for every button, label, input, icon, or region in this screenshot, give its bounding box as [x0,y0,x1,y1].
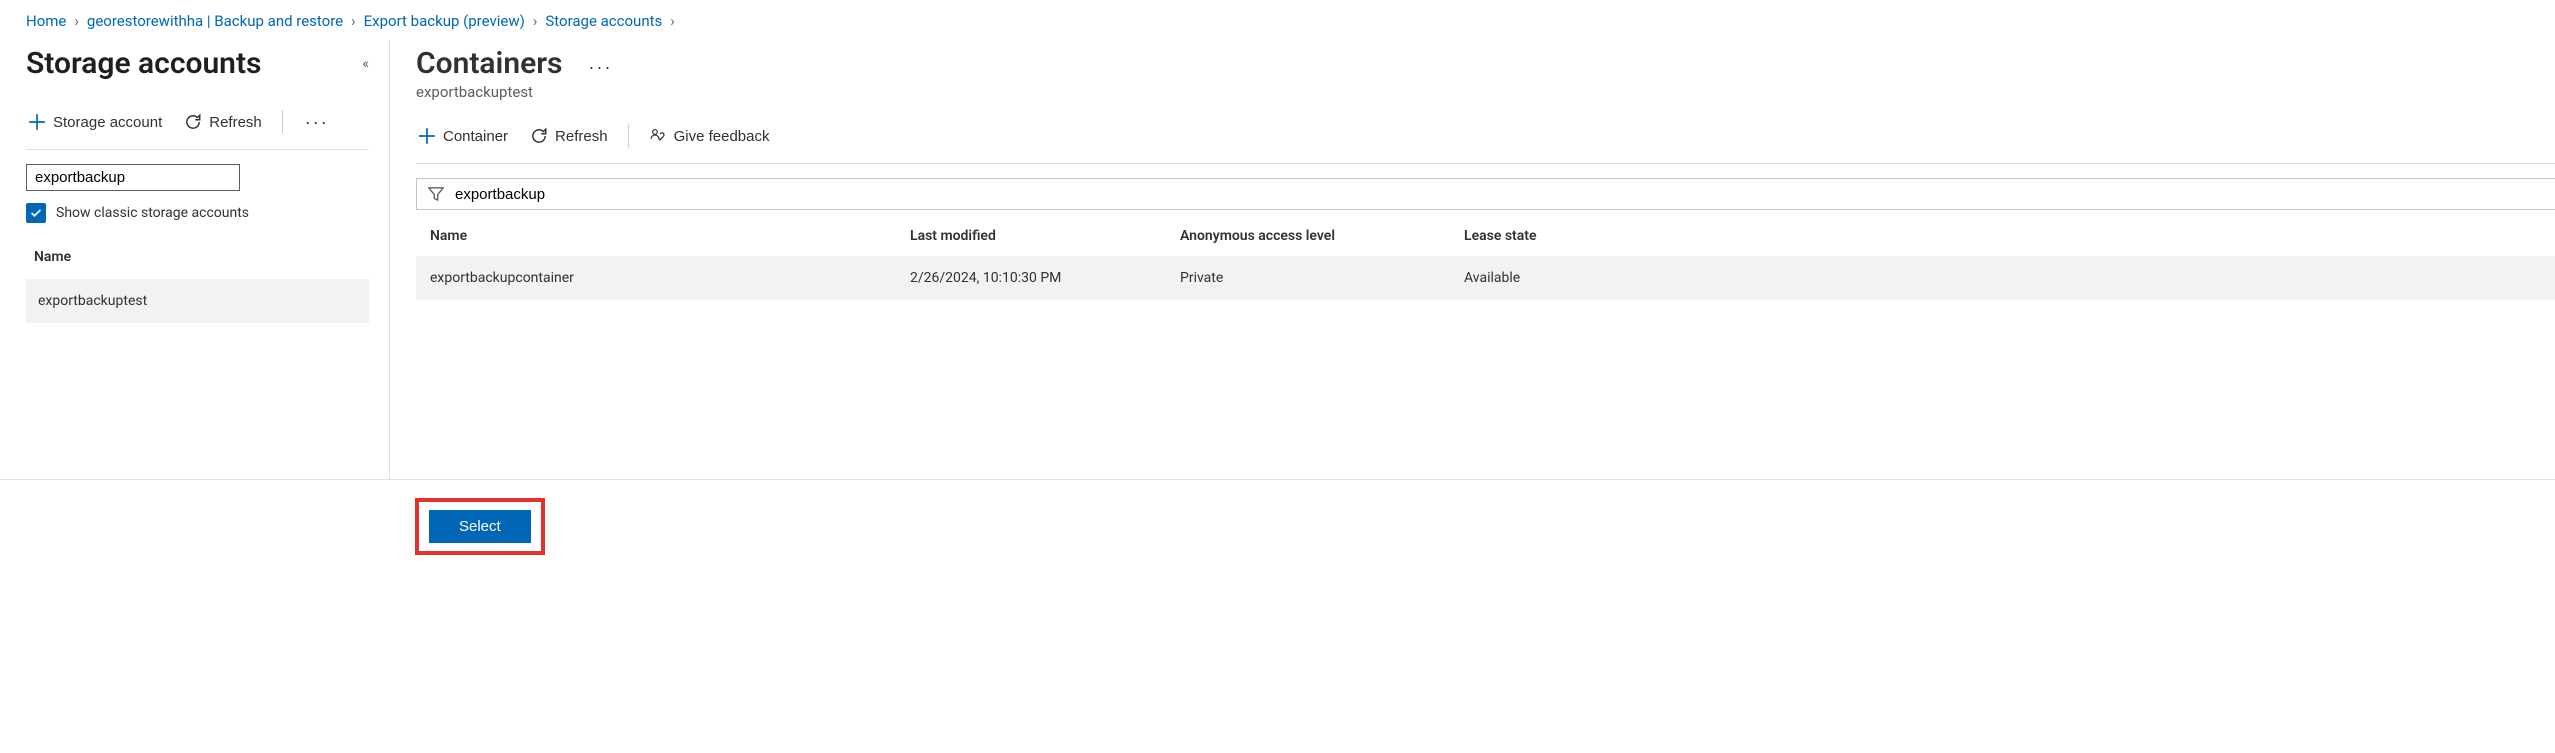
footer: Select [0,480,2555,573]
table-row[interactable]: exportbackupcontainer 2/26/2024, 10:10:3… [416,256,2555,300]
give-feedback-button[interactable]: Give feedback [647,123,772,149]
select-highlight: Select [415,498,545,555]
cell-name: exportbackupcontainer [430,270,910,286]
chevron-right-icon: › [351,12,356,30]
refresh-containers-label: Refresh [555,128,608,145]
filter-icon [427,185,445,203]
breadcrumb-item-export[interactable]: Export backup (preview) [364,12,525,30]
refresh-icon [184,113,202,131]
plus-icon [418,127,436,145]
refresh-icon [530,127,548,145]
containers-subtitle: exportbackuptest [416,83,2555,101]
containers-toolbar: Container Refresh Give feedback [416,123,2555,164]
refresh-containers-button[interactable]: Refresh [528,123,610,149]
show-classic-label: Show classic storage accounts [56,205,249,221]
cell-lease: Available [1464,270,2541,286]
containers-table: Name Last modified Anonymous access leve… [416,216,2555,300]
collapse-icon[interactable]: « [362,56,369,72]
containers-more-button[interactable]: ··· [584,57,616,78]
storage-accounts-panel: Storage accounts « Storage account Refre… [0,40,390,479]
containers-panel: Containers ··· exportbackuptest Containe… [390,40,2555,479]
breadcrumb-item-home[interactable]: Home [26,12,66,30]
plus-icon [28,113,46,131]
add-container-label: Container [443,128,508,145]
storage-account-item[interactable]: exportbackuptest [26,279,369,323]
storage-column-name[interactable]: Name [26,241,369,273]
breadcrumb: Home › georestorewithha | Backup and res… [0,0,2555,40]
chevron-right-icon: › [533,12,538,30]
select-button[interactable]: Select [429,510,531,543]
storage-search-input[interactable] [26,164,240,191]
check-icon [29,206,43,220]
feedback-icon [649,127,667,145]
more-button[interactable]: ··· [301,112,333,133]
col-name[interactable]: Name [430,228,910,244]
add-storage-account-button[interactable]: Storage account [26,109,164,135]
add-container-button[interactable]: Container [416,123,510,149]
containers-filter-bar[interactable] [416,178,2555,210]
page-title-containers: Containers [416,46,562,81]
containers-filter-input[interactable] [455,186,2545,203]
feedback-label: Give feedback [674,128,770,145]
cell-modified: 2/26/2024, 10:10:30 PM [910,270,1180,286]
refresh-storage-label: Refresh [209,114,262,131]
col-modified[interactable]: Last modified [910,228,1180,244]
cell-access: Private [1180,270,1464,286]
table-header-row: Name Last modified Anonymous access leve… [416,216,2555,256]
toolbar-divider [628,124,629,148]
refresh-storage-button[interactable]: Refresh [182,109,264,135]
breadcrumb-item-storage[interactable]: Storage accounts [545,12,662,30]
col-lease[interactable]: Lease state [1464,228,2541,244]
breadcrumb-item-resource[interactable]: georestorewithha | Backup and restore [87,12,343,30]
chevron-right-icon: › [74,12,79,30]
col-access[interactable]: Anonymous access level [1180,228,1464,244]
chevron-right-icon: › [670,12,675,30]
show-classic-checkbox[interactable] [26,203,46,223]
page-title-storage: Storage accounts [26,46,261,81]
storage-toolbar: Storage account Refresh ··· [26,109,369,150]
toolbar-divider [282,110,283,134]
add-storage-label: Storage account [53,114,162,131]
